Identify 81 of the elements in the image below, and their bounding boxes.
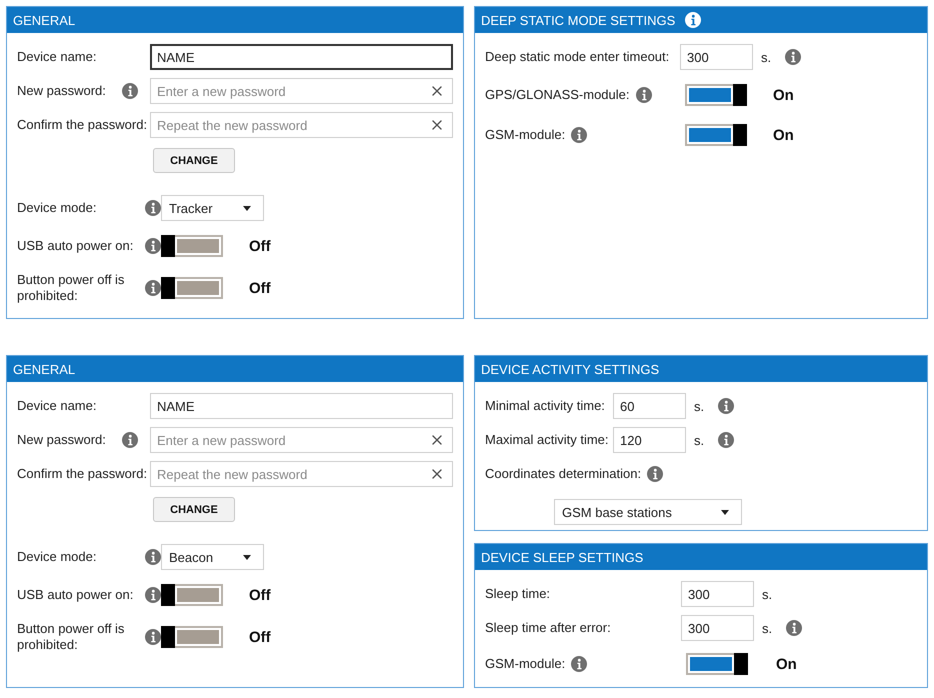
field-label: USB auto power on: [17,587,134,603]
toggle-switch[interactable] [161,235,223,257]
info-icon[interactable] [145,587,161,603]
unit-label: s. [694,432,704,448]
password-field[interactable]: Repeat the new password [150,112,453,138]
unit-label: s. [761,50,772,64]
info-icon[interactable] [571,127,588,143]
info-icon[interactable] [145,549,161,565]
info-icon[interactable] [145,280,161,296]
toggle-switch[interactable] [161,584,223,606]
info-icon[interactable] [718,432,734,448]
info-icon[interactable] [685,12,702,28]
info-icon[interactable] [785,49,802,65]
field-label: Device name: [17,398,96,414]
number-field[interactable]: 300 [681,581,754,607]
number-field[interactable]: 120 [613,427,686,453]
change-button[interactable]: CHANGE [153,148,235,173]
number-field[interactable]: 300 [680,44,753,70]
field-label: Deep static mode enter timeout: [485,49,670,65]
caret-icon [721,510,729,514]
dropdown[interactable]: GSM base stations [554,499,742,525]
info-icon[interactable] [122,83,138,99]
panel-title: DEVICE ACTIVITY SETTINGS [481,362,660,376]
field-label: Device mode: [17,200,98,216]
info-icon[interactable] [145,238,161,254]
password-field[interactable]: Repeat the new password [150,461,453,487]
field-label: USB auto power on: [17,238,134,254]
unit-label: s. [762,586,772,602]
password-field[interactable]: Enter a new password [150,78,453,104]
toggle-switch[interactable] [685,124,747,146]
dropdown[interactable]: Tracker [161,195,264,221]
field-label: Button power off is prohibited: [17,272,126,304]
field-label: Confirm the password: [17,466,148,482]
number-field[interactable]: 300 [681,615,754,641]
panel-title: DEVICE SLEEP SETTINGS [481,550,644,564]
field-label: Coordinates determination: [485,466,642,482]
panel-title: GENERAL [13,362,76,376]
caret-icon [243,206,251,210]
info-icon[interactable] [122,432,138,448]
toggle-status: On [776,656,797,672]
field-label: Minimal activity time: [485,398,605,414]
toggle-switch[interactable] [161,277,223,299]
toggle-switch[interactable] [161,626,223,648]
toggle-status: Off [249,586,271,604]
field-label: Device name: [17,49,96,65]
toggle-status: On [773,126,794,144]
dropdown[interactable]: Beacon [161,544,264,570]
password-field[interactable]: Enter a new password [150,427,453,453]
field-label: Sleep time after error: [485,620,611,636]
text-field[interactable]: NAME [150,393,453,419]
info-icon[interactable] [636,87,652,103]
info-icon[interactable] [145,200,161,216]
unit-label: s. [762,620,772,636]
panel-title: DEEP STATIC MODE SETTINGS [481,12,676,28]
toggle-switch[interactable] [685,84,747,106]
text-field[interactable]: NAME [150,44,453,70]
field-label: New password: [17,83,106,99]
toggle-switch[interactable] [686,653,748,675]
field-label: New password: [17,432,106,448]
field-label: GSM-module: [485,127,566,143]
toggle-status: On [773,86,794,104]
panel-title: GENERAL [13,12,76,28]
field-label: Device mode: [17,549,98,565]
info-icon[interactable] [647,466,664,482]
field-label: Maximal activity time: [485,432,609,448]
field-label: GPS/GLONASS-module: [485,87,630,103]
caret-icon [243,554,251,560]
toggle-status: Off [249,238,271,254]
info-icon[interactable] [571,656,588,672]
info-icon[interactable] [786,620,802,636]
toggle-status: Off [249,280,271,296]
unit-label: s. [694,398,704,414]
field-label: GSM-module: [485,656,566,672]
field-label: Button power off is prohibited: [17,621,126,653]
change-button[interactable]: CHANGE [153,497,235,522]
info-icon[interactable] [718,398,734,414]
field-label: Sleep time: [485,586,550,602]
toggle-status: Off [249,628,271,646]
info-icon[interactable] [145,629,161,645]
field-label: Confirm the password: [17,117,148,133]
number-field[interactable]: 60 [613,393,686,419]
